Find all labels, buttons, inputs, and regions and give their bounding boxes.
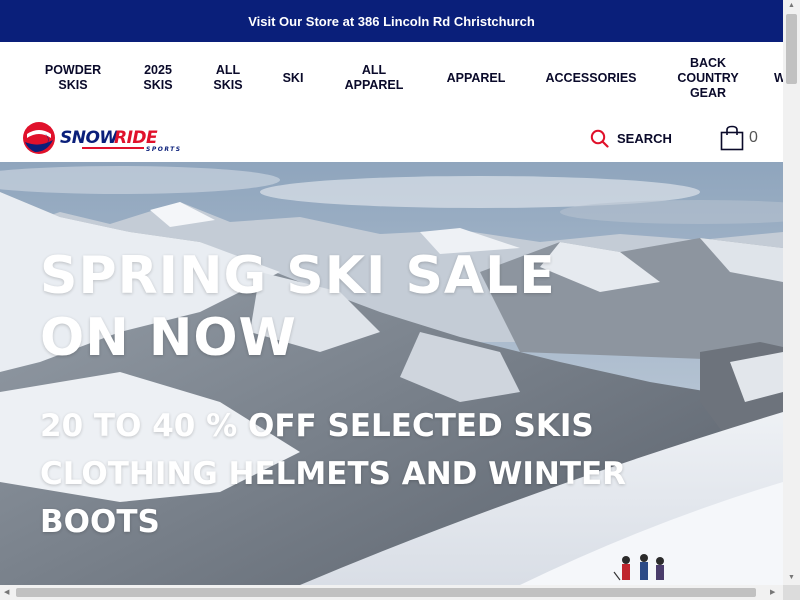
vertical-scroll-thumb[interactable]: [786, 14, 797, 84]
cart-count: 0: [749, 129, 758, 146]
scroll-right-icon[interactable]: ▶: [770, 588, 775, 596]
announcement-bar: Visit Our Store at 386 Lincoln Rd Christ…: [0, 0, 783, 42]
main-nav: POWDER SKIS 2025 SKIS ALL SKIS SKI ALL A…: [0, 42, 783, 114]
nav-item-apparel[interactable]: APPAREL: [436, 42, 516, 114]
vertical-scrollbar[interactable]: ▲ ▼: [783, 0, 800, 585]
logo-wordmark-ride: RIDE: [114, 128, 158, 148]
logo-wordmark-snow: SNOW: [60, 128, 119, 148]
nav-item-back-country-gear[interactable]: BACK COUNTRY GEAR: [664, 42, 752, 114]
snowride-logo[interactable]: SNOW RIDE SPORTS: [22, 120, 192, 156]
hero-banner[interactable]: SPRING SKI SALE ON NOW 20 TO 40 % OFF SE…: [0, 162, 783, 585]
horizontal-scroll-thumb[interactable]: [16, 588, 756, 597]
logo-tagline: SPORTS: [146, 146, 182, 153]
scroll-up-icon[interactable]: ▲: [788, 2, 795, 9]
brand-bar: SNOW RIDE SPORTS SEARCH 0: [0, 114, 783, 162]
cart-icon: [720, 125, 744, 151]
hero-subtitle: 20 TO 40 % OFF SELECTED SKIS CLOTHING HE…: [40, 408, 627, 540]
search-label: SEARCH: [617, 130, 672, 146]
search-icon: [590, 129, 609, 148]
nav-item-all-skis[interactable]: ALL SKIS: [200, 42, 256, 114]
nav-item-overflow[interactable]: W: [774, 42, 783, 114]
scrollbar-corner: [783, 585, 800, 600]
logo-mark: SNOW RIDE SPORTS: [23, 122, 182, 154]
horizontal-scrollbar[interactable]: ◀ ▶: [0, 585, 783, 600]
nav-item-accessories[interactable]: ACCESSORIES: [538, 42, 644, 114]
scroll-down-icon[interactable]: ▼: [788, 574, 795, 581]
nav-item-2025-skis[interactable]: 2025 SKIS: [130, 42, 186, 114]
hero-title: SPRING SKI SALE ON NOW: [40, 246, 556, 368]
search-button[interactable]: SEARCH: [590, 127, 672, 149]
nav-item-powder-skis[interactable]: POWDER SKIS: [30, 42, 116, 114]
nav-item-all-apparel[interactable]: ALL APPAREL: [334, 42, 414, 114]
cart-button[interactable]: 0: [720, 125, 758, 151]
scroll-left-icon[interactable]: ◀: [4, 588, 9, 596]
nav-item-ski[interactable]: SKI: [270, 42, 316, 114]
announcement-text: Visit Our Store at 386 Lincoln Rd Christ…: [248, 13, 535, 29]
